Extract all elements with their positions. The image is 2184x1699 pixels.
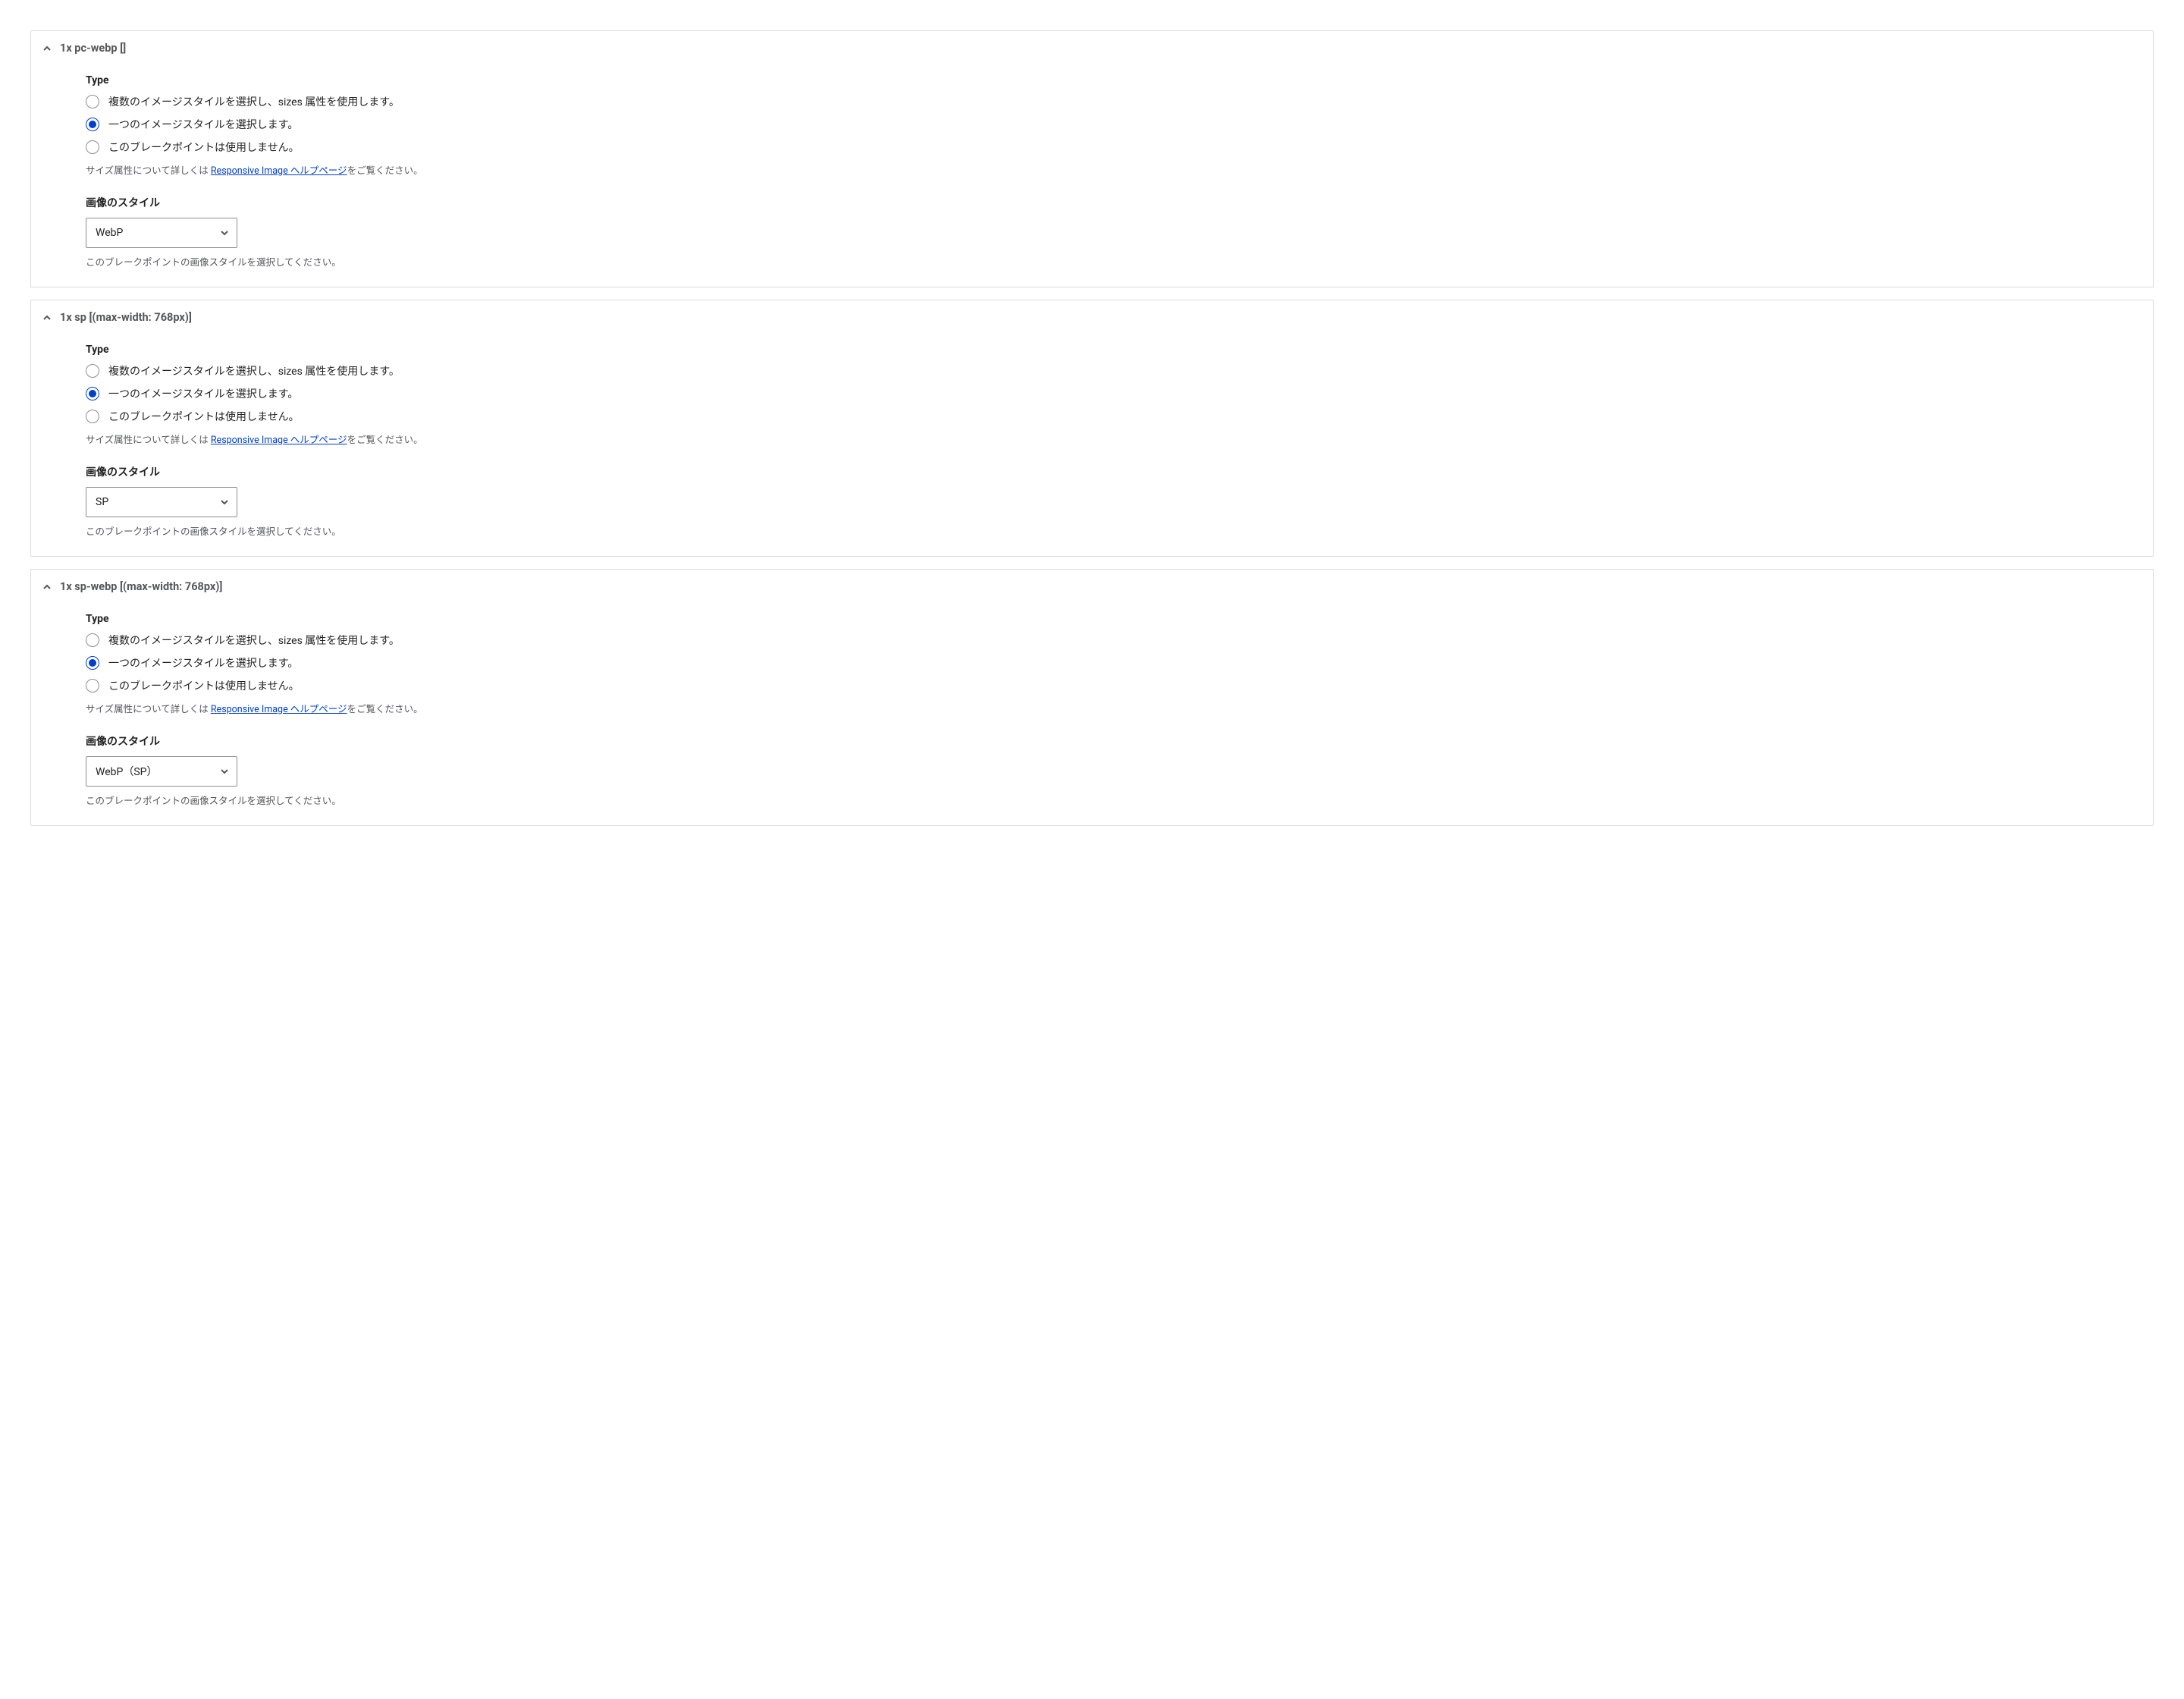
select-value: WebP（SP） bbox=[96, 764, 157, 779]
type-label: Type bbox=[86, 74, 2135, 86]
style-select[interactable]: SP bbox=[86, 487, 237, 517]
radio-option-none[interactable]: このブレークポイントは使用しません。 bbox=[86, 140, 2135, 155]
type-help-text: サイズ属性について詳しくは Responsive Image ヘルプページをご覧… bbox=[86, 701, 2135, 715]
chevron-up-icon bbox=[42, 312, 52, 323]
style-help-text: このブレークポイントの画像スタイルを選択してください。 bbox=[86, 793, 2135, 807]
type-label: Type bbox=[86, 613, 2135, 625]
radio-label: 一つのイメージスタイルを選択します。 bbox=[108, 386, 298, 401]
section-body: Type 複数のイメージスタイルを選択し、sizes 属性を使用します。 一つの… bbox=[31, 334, 2153, 556]
help-prefix: サイズ属性について詳しくは bbox=[86, 704, 211, 715]
section-body: Type 複数のイメージスタイルを選択し、sizes 属性を使用します。 一つの… bbox=[31, 604, 2153, 825]
select-value: WebP bbox=[96, 227, 123, 239]
radio-icon bbox=[86, 364, 99, 378]
radio-icon bbox=[86, 656, 99, 670]
style-help-text: このブレークポイントの画像スタイルを選択してください。 bbox=[86, 254, 2135, 269]
radio-option-multiple[interactable]: 複数のイメージスタイルを選択し、sizes 属性を使用します。 bbox=[86, 363, 2135, 378]
style-select[interactable]: WebP bbox=[86, 218, 237, 248]
radio-icon bbox=[86, 387, 99, 400]
radio-option-multiple[interactable]: 複数のイメージスタイルを選択し、sizes 属性を使用します。 bbox=[86, 633, 2135, 648]
style-field-group: 画像のスタイル SP このブレークポイントの画像スタイルを選択してください。 bbox=[86, 464, 2135, 538]
section-body: Type 複数のイメージスタイルを選択し、sizes 属性を使用します。 一つの… bbox=[31, 65, 2153, 287]
radio-option-single[interactable]: 一つのイメージスタイルを選択します。 bbox=[86, 655, 2135, 670]
radio-option-none[interactable]: このブレークポイントは使用しません。 bbox=[86, 409, 2135, 424]
radio-label: 複数のイメージスタイルを選択し、sizes 属性を使用します。 bbox=[108, 633, 400, 648]
help-suffix: をご覧ください。 bbox=[347, 435, 423, 446]
radio-option-single[interactable]: 一つのイメージスタイルを選択します。 bbox=[86, 117, 2135, 132]
breakpoint-section-sp-webp: 1x sp-webp [(max-width: 768px)] Type 複数の… bbox=[30, 569, 2154, 826]
radio-label: このブレークポイントは使用しません。 bbox=[108, 678, 300, 693]
radio-icon bbox=[86, 118, 99, 131]
style-select[interactable]: WebP（SP） bbox=[86, 756, 237, 787]
help-link[interactable]: Responsive Image ヘルプページ bbox=[211, 704, 347, 715]
section-title: 1x pc-webp [] bbox=[60, 42, 126, 55]
type-help-text: サイズ属性について詳しくは Responsive Image ヘルプページをご覧… bbox=[86, 162, 2135, 177]
style-label: 画像のスタイル bbox=[86, 464, 2135, 479]
radio-icon bbox=[86, 140, 99, 154]
radio-label: 一つのイメージスタイルを選択します。 bbox=[108, 655, 298, 670]
style-select-wrapper: WebP bbox=[86, 218, 237, 248]
type-help-text: サイズ属性について詳しくは Responsive Image ヘルプページをご覧… bbox=[86, 432, 2135, 446]
select-value: SP bbox=[96, 496, 108, 508]
radio-label: 複数のイメージスタイルを選択し、sizes 属性を使用します。 bbox=[108, 94, 400, 109]
style-label: 画像のスタイル bbox=[86, 195, 2135, 210]
breakpoint-section-pc-webp: 1x pc-webp [] Type 複数のイメージスタイルを選択し、sizes… bbox=[30, 30, 2154, 287]
section-title: 1x sp-webp [(max-width: 768px)] bbox=[60, 580, 222, 593]
section-header[interactable]: 1x sp-webp [(max-width: 768px)] bbox=[31, 570, 2153, 604]
radio-icon bbox=[86, 679, 99, 692]
chevron-up-icon bbox=[42, 582, 52, 592]
help-prefix: サイズ属性について詳しくは bbox=[86, 165, 211, 177]
help-prefix: サイズ属性について詳しくは bbox=[86, 435, 211, 446]
style-field-group: 画像のスタイル WebP（SP） このブレークポイントの画像スタイルを選択してく… bbox=[86, 733, 2135, 807]
section-title: 1x sp [(max-width: 768px)] bbox=[60, 311, 192, 324]
section-header[interactable]: 1x pc-webp [] bbox=[31, 31, 2153, 65]
breakpoint-section-sp: 1x sp [(max-width: 768px)] Type 複数のイメージス… bbox=[30, 300, 2154, 557]
help-suffix: をご覧ください。 bbox=[347, 704, 423, 715]
type-field-group: Type 複数のイメージスタイルを選択し、sizes 属性を使用します。 一つの… bbox=[86, 344, 2135, 446]
radio-label: このブレークポイントは使用しません。 bbox=[108, 409, 300, 424]
help-suffix: をご覧ください。 bbox=[347, 165, 423, 177]
section-header[interactable]: 1x sp [(max-width: 768px)] bbox=[31, 300, 2153, 334]
style-field-group: 画像のスタイル WebP このブレークポイントの画像スタイルを選択してください。 bbox=[86, 195, 2135, 269]
style-help-text: このブレークポイントの画像スタイルを選択してください。 bbox=[86, 523, 2135, 538]
type-label: Type bbox=[86, 344, 2135, 356]
radio-option-multiple[interactable]: 複数のイメージスタイルを選択し、sizes 属性を使用します。 bbox=[86, 94, 2135, 109]
radio-label: 一つのイメージスタイルを選択します。 bbox=[108, 117, 298, 132]
chevron-up-icon bbox=[42, 43, 52, 54]
radio-label: 複数のイメージスタイルを選択し、sizes 属性を使用します。 bbox=[108, 363, 400, 378]
help-link[interactable]: Responsive Image ヘルプページ bbox=[211, 435, 347, 446]
type-field-group: Type 複数のイメージスタイルを選択し、sizes 属性を使用します。 一つの… bbox=[86, 74, 2135, 177]
style-select-wrapper: SP bbox=[86, 487, 237, 517]
radio-option-none[interactable]: このブレークポイントは使用しません。 bbox=[86, 678, 2135, 693]
radio-icon bbox=[86, 95, 99, 108]
radio-label: このブレークポイントは使用しません。 bbox=[108, 140, 300, 155]
radio-option-single[interactable]: 一つのイメージスタイルを選択します。 bbox=[86, 386, 2135, 401]
radio-icon bbox=[86, 633, 99, 647]
type-field-group: Type 複数のイメージスタイルを選択し、sizes 属性を使用します。 一つの… bbox=[86, 613, 2135, 715]
style-select-wrapper: WebP（SP） bbox=[86, 756, 237, 787]
style-label: 画像のスタイル bbox=[86, 733, 2135, 749]
help-link[interactable]: Responsive Image ヘルプページ bbox=[211, 165, 347, 177]
radio-icon bbox=[86, 410, 99, 423]
